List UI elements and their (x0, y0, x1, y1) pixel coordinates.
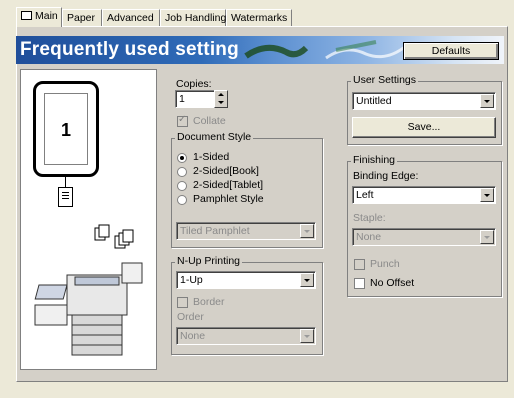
nup-select-value: 1-Up (180, 274, 203, 286)
border-checkbox[interactable] (177, 297, 188, 308)
order-select[interactable]: None (176, 327, 316, 345)
page-sheet: 1 (44, 93, 88, 165)
tab-advanced-label: Advanced (107, 12, 154, 24)
copies-spinner[interactable] (214, 90, 228, 108)
chevron-down-icon[interactable] (300, 273, 314, 287)
tab-job-handling[interactable]: Job Handling (160, 9, 226, 26)
binding-edge-select[interactable]: Left (352, 186, 496, 204)
chevron-down-icon[interactable] (480, 230, 494, 244)
radio-1-sided[interactable] (177, 153, 187, 163)
chevron-down-icon[interactable] (300, 224, 314, 238)
no-offset-label: No Offset (370, 277, 415, 289)
nup-label: N-Up Printing (175, 255, 243, 267)
chevron-down-icon[interactable] (480, 188, 494, 202)
no-offset-checkbox[interactable] (354, 278, 365, 289)
collate-label: Collate (193, 115, 226, 127)
staple-label: Staple: (353, 212, 386, 224)
tab-paper-label: Paper (67, 12, 96, 24)
nup-select[interactable]: 1-Up (176, 271, 316, 289)
user-settings-select[interactable]: Untitled (352, 92, 496, 110)
spin-down-icon[interactable] (218, 101, 224, 104)
document-style-label: Document Style (175, 131, 254, 143)
border-label: Border (193, 296, 225, 308)
order-select-value: None (180, 330, 206, 342)
pamphlet-select[interactable]: Tiled Pamphlet (176, 222, 316, 240)
binding-edge-label: Binding Edge: (353, 170, 419, 182)
save-button[interactable]: Save... (352, 117, 496, 138)
radio-2-sided-book-label: 2-Sided[Book] (193, 165, 259, 177)
staple-select[interactable]: None (352, 228, 496, 246)
copies-stack-icon (94, 224, 134, 249)
tab-paper[interactable]: Paper (62, 9, 102, 26)
user-settings-value: Untitled (356, 95, 392, 107)
defaults-button-label: Defaults (431, 45, 471, 57)
radio-pamphlet-style-label: Pamphlet Style (193, 193, 264, 205)
radio-pamphlet-style[interactable] (177, 195, 187, 205)
tab-main[interactable]: Main (16, 7, 62, 27)
radio-1-sided-label: 1-Sided (193, 151, 230, 163)
output-document-icon (58, 187, 73, 207)
chevron-down-icon[interactable] (300, 329, 314, 343)
copies-input[interactable]: 1 (175, 90, 215, 108)
punch-checkbox[interactable] (354, 259, 365, 270)
staple-value: None (356, 231, 382, 243)
punch-label: Punch (370, 258, 400, 270)
page-preview: 1 (33, 81, 99, 177)
printer-icon (21, 11, 32, 20)
copies-label: Copies: (176, 78, 212, 90)
radio-2-sided-tablet[interactable] (177, 181, 187, 191)
spin-up-icon[interactable] (218, 93, 224, 96)
tab-advanced[interactable]: Advanced (102, 9, 160, 26)
preview-pane: 1 (20, 69, 157, 370)
page-number: 1 (60, 120, 71, 140)
tab-main-label: Main (35, 10, 58, 22)
collate-checkbox[interactable] (177, 114, 188, 127)
user-settings-label: User Settings (351, 74, 419, 86)
banner-title: Frequently used setting (20, 39, 239, 60)
tab-watermarks-label: Watermarks (231, 12, 288, 24)
connector-line (65, 177, 66, 187)
pamphlet-select-value: Tiled Pamphlet (180, 225, 250, 237)
radio-2-sided-tablet-label: 2-Sided[Tablet] (193, 179, 264, 191)
finishing-label: Finishing (351, 154, 398, 166)
binding-edge-value: Left (356, 189, 374, 201)
printer-machine-icon (34, 262, 143, 356)
tab-job-handling-label: Job Handling (165, 12, 227, 24)
save-button-label: Save... (407, 121, 441, 133)
defaults-button[interactable]: Defaults (403, 42, 499, 60)
radio-2-sided-book[interactable] (177, 167, 187, 177)
tab-watermarks[interactable]: Watermarks (226, 9, 292, 26)
chevron-down-icon[interactable] (480, 94, 494, 108)
order-label: Order (177, 311, 204, 323)
